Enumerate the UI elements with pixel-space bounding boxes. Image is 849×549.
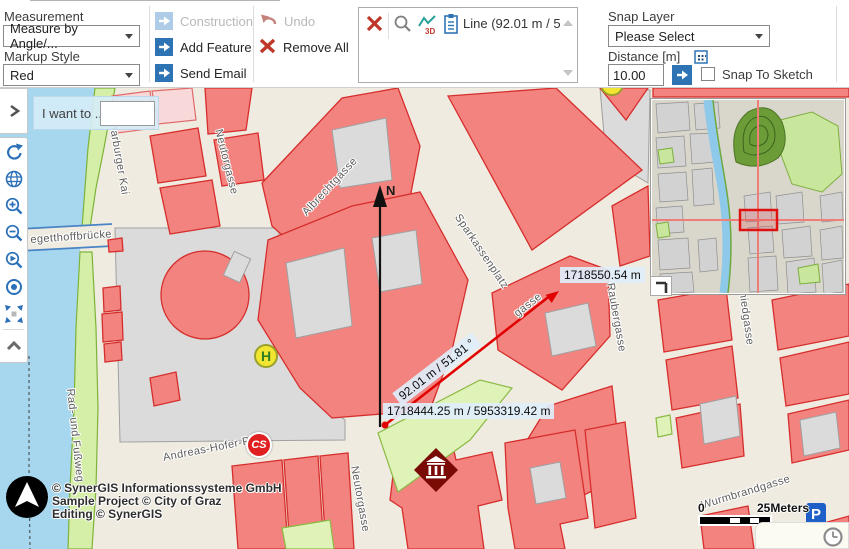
overview-toggle-button[interactable] bbox=[650, 276, 672, 296]
measurement-mode-value: Measure by Angle/... bbox=[10, 21, 125, 51]
chevron-down-icon bbox=[755, 34, 763, 39]
remove-all-icon bbox=[259, 38, 276, 57]
globe-button[interactable] bbox=[0, 165, 28, 192]
top-toolbar: Measurement Measure by Angle/... Markup … bbox=[0, 0, 849, 88]
map-tool-sidebar bbox=[0, 137, 28, 363]
apply-distance-button[interactable] bbox=[672, 65, 692, 85]
send-email-label: Send Email bbox=[180, 66, 246, 81]
refresh-button[interactable] bbox=[0, 138, 28, 165]
transit-stop-marker: H bbox=[254, 344, 278, 368]
chevron-right-icon bbox=[7, 104, 21, 118]
divider bbox=[253, 6, 254, 82]
zoom-in-button[interactable] bbox=[0, 192, 28, 219]
scalebar: 0 25Meters bbox=[692, 501, 802, 508]
undo-label: Undo bbox=[284, 14, 315, 29]
credit-line: Editing © SynerGIS bbox=[52, 508, 282, 521]
undo-button[interactable]: Undo bbox=[259, 12, 315, 31]
map-credits: © SynerGIS Informationssysteme GmbH Samp… bbox=[52, 482, 282, 521]
markup-style-select[interactable]: Red bbox=[3, 64, 140, 86]
add-feature-button[interactable]: Add Feature bbox=[155, 38, 252, 56]
zoom-out-button[interactable] bbox=[0, 219, 28, 246]
construction-button[interactable]: Construction bbox=[155, 12, 253, 30]
measurement-mode-select[interactable]: Measure by Angle/... bbox=[3, 25, 140, 47]
remove-icon[interactable] bbox=[366, 15, 383, 37]
i-want-to-input[interactable] bbox=[100, 101, 155, 126]
expand-panel-button[interactable] bbox=[0, 88, 28, 134]
snap-to-sketch-label: Snap To Sketch bbox=[722, 67, 813, 82]
carsharing-marker: CS bbox=[246, 432, 272, 458]
divider bbox=[836, 6, 837, 82]
next-extent-button[interactable] bbox=[0, 246, 28, 273]
scalebar-zero: 0 bbox=[698, 501, 705, 515]
clock-icon[interactable] bbox=[822, 526, 844, 548]
send-email-button[interactable]: Send Email bbox=[155, 64, 246, 82]
snap-layer-label: Snap Layer bbox=[608, 9, 675, 24]
tab-strip-remnant bbox=[30, 0, 280, 1]
my-location-button[interactable] bbox=[0, 273, 28, 300]
construction-label: Construction bbox=[180, 14, 253, 29]
arrow-right-icon bbox=[155, 12, 173, 30]
arrow-right-icon bbox=[155, 64, 173, 82]
distance-input[interactable] bbox=[608, 64, 664, 86]
map-viewport[interactable]: Marburger KaiNeutorgasseAlbrechtgasseSpa… bbox=[0, 88, 849, 549]
add-feature-label: Add Feature bbox=[180, 40, 252, 55]
snap-to-sketch-checkbox[interactable] bbox=[701, 67, 715, 81]
divider bbox=[149, 6, 150, 82]
measure-results-panel: 3D Line (92.01 m / 51... bbox=[358, 7, 578, 83]
chevron-down-icon bbox=[125, 34, 133, 39]
scroll-up-icon[interactable] bbox=[563, 20, 573, 26]
report-icon[interactable] bbox=[442, 13, 460, 40]
measure-start-coordinate: 1718444.25 m / 5953319.42 m bbox=[383, 403, 554, 419]
measure-end-coordinate: 1718550.54 m bbox=[560, 267, 645, 283]
undo-icon bbox=[259, 12, 277, 31]
zoom-to-icon[interactable] bbox=[393, 14, 412, 38]
chevron-down-icon bbox=[125, 73, 133, 78]
i-want-to-widget[interactable]: I want to ... bbox=[33, 96, 159, 130]
overview-map[interactable] bbox=[650, 98, 846, 295]
full-extent-button[interactable] bbox=[0, 300, 28, 327]
divider bbox=[388, 13, 389, 39]
i-want-to-label: I want to ... bbox=[42, 106, 106, 121]
synergis-logo bbox=[6, 476, 48, 523]
arrow-right-icon bbox=[155, 38, 173, 56]
divider bbox=[3, 329, 24, 330]
remove-all-button[interactable]: Remove All bbox=[259, 38, 349, 57]
extent-rectangle[interactable] bbox=[740, 210, 777, 230]
scroll-down-icon[interactable] bbox=[563, 70, 573, 76]
collapse-toolbar-button[interactable] bbox=[0, 332, 28, 359]
snap-layer-value: Please Select bbox=[615, 29, 695, 44]
svg-text:3D: 3D bbox=[425, 27, 435, 35]
markup-style-value: Red bbox=[10, 68, 34, 83]
scalebar-max: 25Meters bbox=[757, 501, 809, 515]
distance-label: Distance [m] bbox=[608, 49, 680, 64]
remove-all-label: Remove All bbox=[283, 40, 349, 55]
history-panel bbox=[755, 522, 849, 549]
markup-style-label: Markup Style bbox=[4, 49, 80, 64]
snap-layer-select[interactable]: Please Select bbox=[608, 25, 770, 47]
chevron-up-icon bbox=[6, 340, 22, 352]
selected-measure-item[interactable]: Line (92.01 m / 51... bbox=[463, 16, 561, 31]
north-label: N bbox=[386, 183, 395, 198]
profile-3d-icon[interactable]: 3D bbox=[416, 13, 438, 40]
